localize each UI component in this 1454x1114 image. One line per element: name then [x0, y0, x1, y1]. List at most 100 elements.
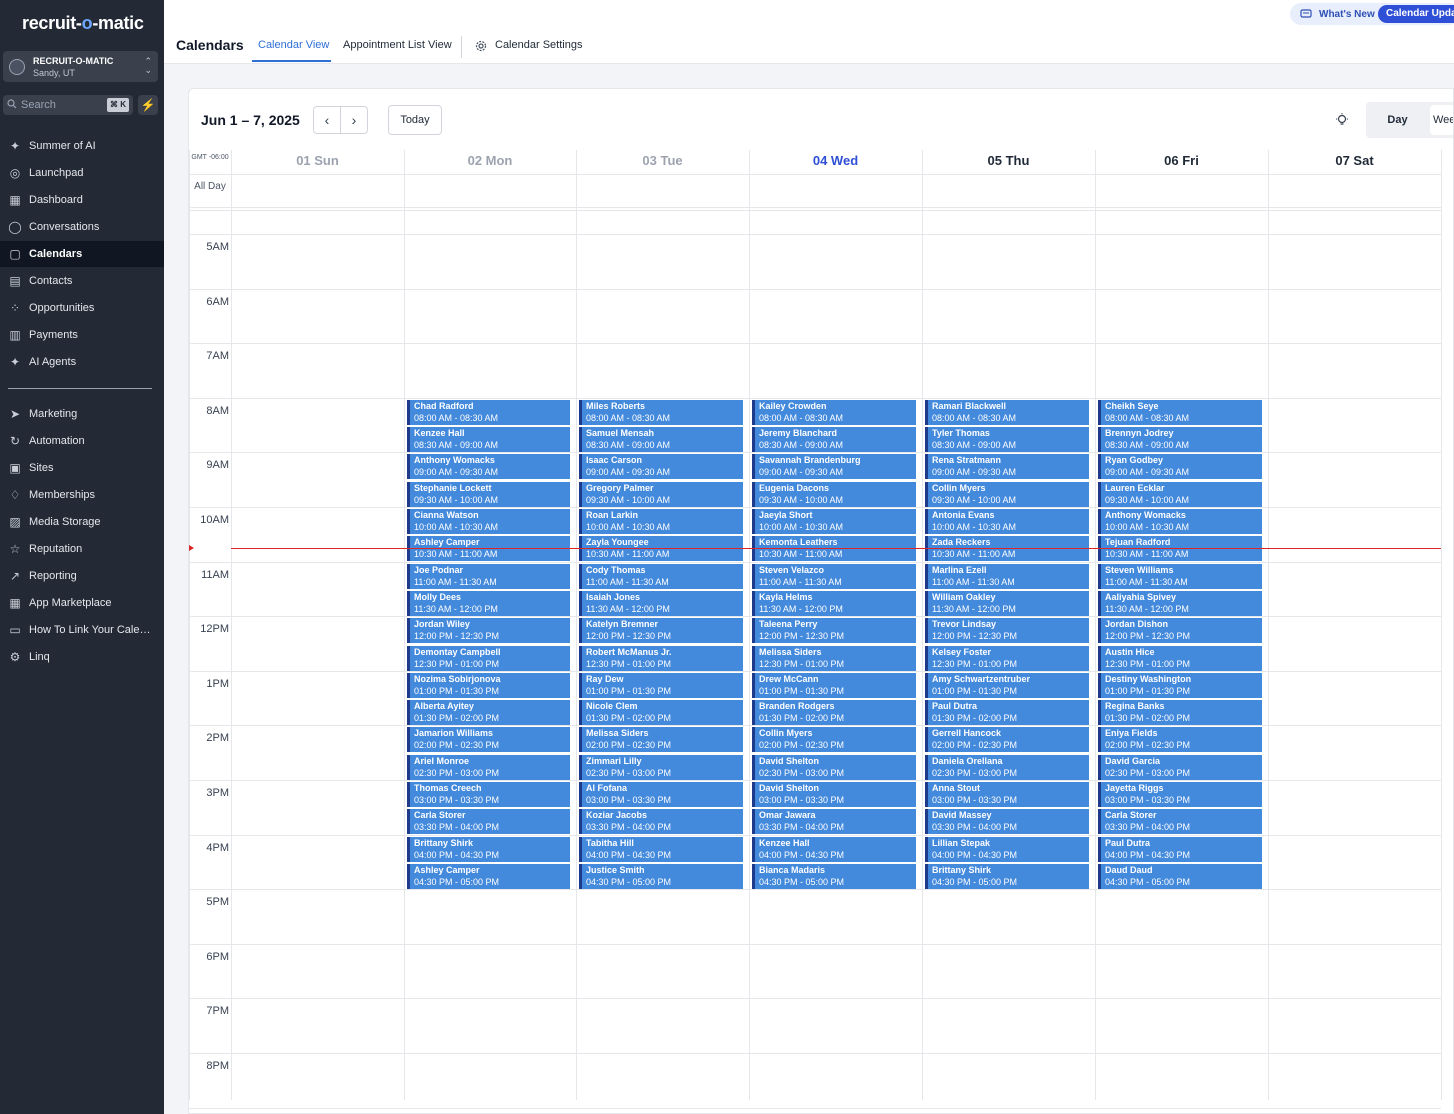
appointment-block[interactable]: Destiny Washington 01:00 PM - 01:30 PM — [1098, 673, 1262, 698]
day-header[interactable]: 01 Sun — [231, 150, 404, 174]
appointment-block[interactable]: Lillian Stepak 04:00 PM - 04:30 PM — [925, 837, 1089, 862]
appointment-block[interactable]: Omar Jawara 03:30 PM - 04:00 PM — [752, 809, 916, 834]
appointment-block[interactable]: Thomas Creech 03:00 PM - 03:30 PM — [407, 782, 570, 807]
appointment-block[interactable]: Kenzee Hall 04:00 PM - 04:30 PM — [752, 837, 916, 862]
appointment-block[interactable]: Isaac Carson 09:00 AM - 09:30 AM — [579, 454, 743, 479]
appointment-block[interactable]: Jamarion Williams 02:00 PM - 02:30 PM — [407, 727, 570, 752]
appointment-block[interactable]: Rena Stratmann 09:00 AM - 09:30 AM — [925, 454, 1089, 479]
sidebar-item-sites[interactable]: ▣ Sites — [0, 455, 164, 481]
appointment-block[interactable]: Paul Dutra 04:00 PM - 04:30 PM — [1098, 837, 1262, 862]
appointment-block[interactable]: Miles Roberts 08:00 AM - 08:30 AM — [579, 400, 743, 425]
appointment-block[interactable]: Aaliyahia Spivey 11:30 AM - 12:00 PM — [1098, 591, 1262, 616]
account-switcher[interactable]: RECRUIT-O-MATIC Sandy, UT ⌃ ⌄ — [3, 51, 158, 82]
appointment-block[interactable]: Jordan Wiley 12:00 PM - 12:30 PM — [407, 618, 570, 643]
appointment-block[interactable]: Daniela Orellana 02:30 PM - 03:00 PM — [925, 755, 1089, 780]
calendar-update-pill[interactable]: Calendar Update — [1378, 5, 1454, 23]
appointment-block[interactable]: Gregory Palmer 09:30 AM - 10:00 AM — [579, 482, 743, 507]
appointment-block[interactable]: Roan Larkin 10:00 AM - 10:30 AM — [579, 509, 743, 534]
view-day-button[interactable]: Day — [1366, 102, 1429, 138]
sidebar-item-media-storage[interactable]: ▨ Media Storage — [0, 509, 164, 535]
appointment-block[interactable]: Ramari Blackwell 08:00 AM - 08:30 AM — [925, 400, 1089, 425]
appointment-block[interactable]: Carla Storer 03:30 PM - 04:00 PM — [407, 809, 570, 834]
appointment-block[interactable]: Kayla Helms 11:30 AM - 12:00 PM — [752, 591, 916, 616]
appointment-block[interactable]: Collin Myers 09:30 AM - 10:00 AM — [925, 482, 1089, 507]
appointment-block[interactable]: Jayetta Riggs 03:00 PM - 03:30 PM — [1098, 782, 1262, 807]
tab-appointment-list-view[interactable]: Appointment List View — [343, 39, 452, 51]
appointment-block[interactable]: Marlina Ezell 11:00 AM - 11:30 AM — [925, 564, 1089, 589]
appointment-block[interactable]: Robert McManus Jr. 12:30 PM - 01:00 PM — [579, 646, 743, 671]
appointment-block[interactable]: Bianca Madaris 04:30 PM - 05:00 PM — [752, 864, 916, 889]
sidebar-item-automation[interactable]: ↻ Automation — [0, 428, 164, 454]
appointment-block[interactable]: Anthony Womacks 10:00 AM - 10:30 AM — [1098, 509, 1262, 534]
appointment-block[interactable]: Molly Dees 11:30 AM - 12:00 PM — [407, 591, 570, 616]
appointment-block[interactable]: Ryan Godbey 09:00 AM - 09:30 AM — [1098, 454, 1262, 479]
appointment-block[interactable]: Ray Dew 01:00 PM - 01:30 PM — [579, 673, 743, 698]
appointment-block[interactable]: Amy Schwartzentruber 01:00 PM - 01:30 PM — [925, 673, 1089, 698]
appointment-block[interactable]: Trevor Lindsay 12:00 PM - 12:30 PM — [925, 618, 1089, 643]
sidebar-item-summer-of-ai[interactable]: ✦ Summer of AI — [0, 133, 164, 159]
appointment-block[interactable]: Isaiah Jones 11:30 AM - 12:00 PM — [579, 591, 743, 616]
sidebar-item-memberships[interactable]: ♢ Memberships — [0, 482, 164, 508]
sidebar-item-launchpad[interactable]: ◎ Launchpad — [0, 160, 164, 186]
appointment-block[interactable]: Paul Dutra 01:30 PM - 02:00 PM — [925, 700, 1089, 725]
appointment-block[interactable]: Steven Williams 11:00 AM - 11:30 AM — [1098, 564, 1262, 589]
lightbulb-icon[interactable] — [1334, 112, 1350, 128]
previous-week-button[interactable]: ‹ — [313, 106, 341, 134]
appointment-block[interactable]: Drew McCann 01:00 PM - 01:30 PM — [752, 673, 916, 698]
appointment-block[interactable]: Kelsey Foster 12:30 PM - 01:00 PM — [925, 646, 1089, 671]
appointment-block[interactable]: Savannah Brandenburg 09:00 AM - 09:30 AM — [752, 454, 916, 479]
day-header[interactable]: 02 Mon — [404, 150, 576, 174]
appointment-block[interactable]: Steven Velazco 11:00 AM - 11:30 AM — [752, 564, 916, 589]
appointment-block[interactable]: Alberta Ayitey 01:30 PM - 02:00 PM — [407, 700, 570, 725]
appointment-block[interactable]: Daud Daud 04:30 PM - 05:00 PM — [1098, 864, 1262, 889]
appointment-block[interactable]: Chad Radford 08:00 AM - 08:30 AM — [407, 400, 570, 425]
appointment-block[interactable]: Branden Rodgers 01:30 PM - 02:00 PM — [752, 700, 916, 725]
brand-logo[interactable]: recruit-o-matic — [22, 13, 144, 34]
appointment-block[interactable]: David Garcia 02:30 PM - 03:00 PM — [1098, 755, 1262, 780]
appointment-block[interactable]: Nozima Sobirjonova 01:00 PM - 01:30 PM — [407, 673, 570, 698]
search-input[interactable]: Search ⌘ K — [3, 95, 133, 115]
appointment-block[interactable]: Anna Stout 03:00 PM - 03:30 PM — [925, 782, 1089, 807]
appointment-block[interactable]: Cianna Watson 10:00 AM - 10:30 AM — [407, 509, 570, 534]
today-button[interactable]: Today — [388, 105, 442, 135]
tab-calendar-settings[interactable]: Calendar Settings — [495, 39, 582, 51]
gear-icon[interactable] — [474, 39, 488, 53]
appointment-block[interactable]: Melissa Siders 02:00 PM - 02:30 PM — [579, 727, 743, 752]
appointment-block[interactable]: Ariel Monroe 02:30 PM - 03:00 PM — [407, 755, 570, 780]
appointment-block[interactable]: Collin Myers 02:00 PM - 02:30 PM — [752, 727, 916, 752]
appointment-block[interactable]: Carla Storer 03:30 PM - 04:00 PM — [1098, 809, 1262, 834]
sidebar-item-ai-agents[interactable]: ✦ AI Agents — [0, 349, 164, 375]
whats-new-banner[interactable]: What's New Calendar Update — [1290, 3, 1454, 25]
view-week-button[interactable]: Wee — [1430, 105, 1453, 135]
appointment-block[interactable]: David Shelton 03:00 PM - 03:30 PM — [752, 782, 916, 807]
appointment-block[interactable]: Jordan Dishon 12:00 PM - 12:30 PM — [1098, 618, 1262, 643]
quick-action-bolt-icon[interactable]: ⚡ — [138, 95, 158, 115]
appointment-block[interactable]: Brittany Shirk 04:00 PM - 04:30 PM — [407, 837, 570, 862]
day-header[interactable]: 05 Thu — [922, 150, 1095, 174]
appointment-block[interactable]: Tabitha Hill 04:00 PM - 04:30 PM — [579, 837, 743, 862]
day-header[interactable]: 07 Sat — [1268, 150, 1441, 174]
appointment-block[interactable]: Al Fofana 03:00 PM - 03:30 PM — [579, 782, 743, 807]
appointment-block[interactable]: Samuel Mensah 08:30 AM - 09:00 AM — [579, 427, 743, 452]
appointment-block[interactable]: Eugenia Dacons 09:30 AM - 10:00 AM — [752, 482, 916, 507]
sidebar-item-contacts[interactable]: ▤ Contacts — [0, 268, 164, 294]
appointment-block[interactable]: Kailey Crowden 08:00 AM - 08:30 AM — [752, 400, 916, 425]
sidebar-item-payments[interactable]: ▥ Payments — [0, 322, 164, 348]
sidebar-item-linq[interactable]: ⚙ Linq — [0, 644, 164, 670]
appointment-block[interactable]: Ashley Camper 04:30 PM - 05:00 PM — [407, 864, 570, 889]
appointment-block[interactable]: Jeremy Blanchard 08:30 AM - 09:00 AM — [752, 427, 916, 452]
sidebar-item-dashboard[interactable]: ▦ Dashboard — [0, 187, 164, 213]
appointment-block[interactable]: Nicole Clem 01:30 PM - 02:00 PM — [579, 700, 743, 725]
sidebar-item-calendars[interactable]: ▢ Calendars — [0, 241, 164, 267]
appointment-block[interactable]: William Oakley 11:30 AM - 12:00 PM — [925, 591, 1089, 616]
appointment-block[interactable]: Eniya Fields 02:00 PM - 02:30 PM — [1098, 727, 1262, 752]
appointment-block[interactable]: Cody Thomas 11:00 AM - 11:30 AM — [579, 564, 743, 589]
day-header[interactable]: 04 Wed — [749, 150, 922, 174]
tab-calendar-view[interactable]: Calendar View — [258, 39, 329, 51]
appointment-block[interactable]: Demontay Campbell 12:30 PM - 01:00 PM — [407, 646, 570, 671]
next-week-button[interactable]: › — [340, 106, 368, 134]
appointment-block[interactable]: David Shelton 02:30 PM - 03:00 PM — [752, 755, 916, 780]
day-header[interactable]: 03 Tue — [576, 150, 749, 174]
appointment-block[interactable]: Lauren Ecklar 09:30 AM - 10:00 AM — [1098, 482, 1262, 507]
appointment-block[interactable]: Tyler Thomas 08:30 AM - 09:00 AM — [925, 427, 1089, 452]
